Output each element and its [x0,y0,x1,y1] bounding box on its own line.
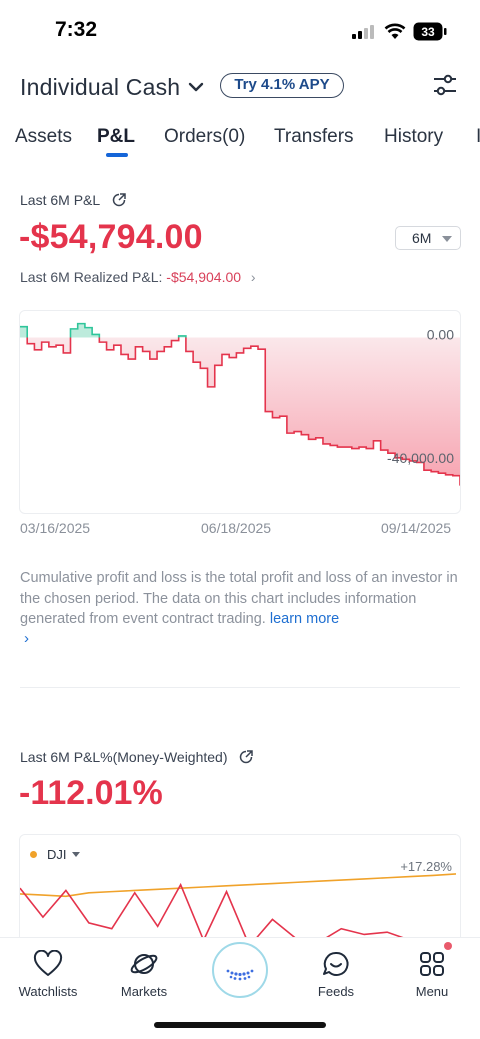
moomoo-center-button[interactable] [212,942,268,998]
benchmark-selector[interactable]: DJI [30,847,80,862]
realized-value: -$54,904.00 [166,269,242,285]
chat-bubble-icon [323,951,349,976]
x-tick-label: 06/18/2025 [201,520,272,536]
period-dropdown[interactable]: 6M [395,226,461,250]
tab-bar: Assets P&L Orders(0) Transfers History I [0,122,480,162]
pnl-description: Cumulative profit and loss is the total … [20,568,460,630]
caret-down-icon [71,852,80,857]
caret-down-icon [442,236,452,242]
tab-pnl[interactable]: P&L [97,126,135,148]
chevron-down-icon [189,82,204,92]
pnl-label-row[interactable]: Last 6M P&L [20,192,126,208]
battery-icon: 33 [413,22,447,41]
status-time: 7:32 [55,18,98,41]
pnl-value: -$54,794.00 [19,218,203,256]
realized-pnl-row[interactable]: Last 6M Realized P&L: -$54,904.00 › [20,269,256,285]
apy-promo-button[interactable]: Try 4.1% APY [220,73,344,98]
x-tick-label: 03/16/2025 [20,520,91,536]
battery-level: 33 [421,25,435,39]
screen: 7:32 33 Individual Cash Try 4.1% APY Ass… [0,0,480,1039]
pnl-chart-svg: 0.00 -40,000.00 [20,322,460,486]
nav-label: Menu [415,984,449,999]
chevron-right-icon: › [250,269,256,285]
grid-icon [420,952,444,976]
wifi-icon [384,23,406,39]
x-tick-label: 09/14/2025 [381,520,452,536]
pnl-label: Last 6M P&L [20,192,100,208]
planet-icon [130,954,158,974]
period-value: 6M [412,230,432,246]
benchmark-end-value: +17.28% [400,859,452,874]
account-selector[interactable]: Individual Cash [20,72,204,102]
active-tab-indicator [106,153,128,157]
x-axis-labels: 03/16/2025 06/18/2025 09/14/2025 [0,520,480,540]
filter-settings-icon[interactable] [432,74,458,96]
description-text: Cumulative profit and loss is the total … [20,570,458,627]
home-indicator [154,1022,326,1028]
y-tick-label: -40,000.00 [387,450,454,466]
tab-transfers[interactable]: Transfers [274,126,354,148]
chevron-right-icon[interactable]: › [24,630,29,647]
benchmark-label: DJI [47,847,67,862]
tab-history[interactable]: History [384,126,443,148]
nav-markets[interactable]: Markets [104,950,184,999]
pnl-pct-chart[interactable]: DJI +17.28% [19,834,461,944]
pnl-pct-label-row[interactable]: Last 6M P&L%(Money-Weighted) [20,749,254,765]
heart-icon [33,950,63,976]
pnl-pct-chart-svg [20,873,457,943]
external-link-icon [112,193,126,207]
account-title: Individual Cash [20,73,181,100]
section-divider [20,687,460,688]
tab-assets[interactable]: Assets [15,126,72,148]
moomoo-center-icon [226,969,254,981]
nav-feeds[interactable]: Feeds [296,950,376,999]
learn-more-link[interactable]: learn more [270,611,339,627]
external-link-icon [240,750,254,764]
pnl-chart[interactable]: 0.00 -40,000.00 [19,310,461,514]
tab-orders[interactable]: Orders(0) [164,126,245,148]
nav-label: Markets [120,984,168,999]
nav-label: Watchlists [18,984,78,999]
benchmark-dot [30,851,37,858]
status-bar: 7:32 33 [0,0,480,60]
signal-icon [352,25,376,39]
y-tick-label: 0.00 [427,327,454,343]
nav-watchlists[interactable]: Watchlists [8,950,88,999]
pnl-pct-label: Last 6M P&L%(Money-Weighted) [20,749,228,765]
nav-menu[interactable]: Menu [392,950,472,999]
tab-more[interactable]: I [476,126,480,148]
nav-label: Feeds [317,984,355,999]
notification-badge [444,942,452,950]
benchmark-line [20,873,457,898]
pnl-pct-value: -112.01% [19,774,163,812]
realized-label: Last 6M Realized P&L: [20,269,163,285]
